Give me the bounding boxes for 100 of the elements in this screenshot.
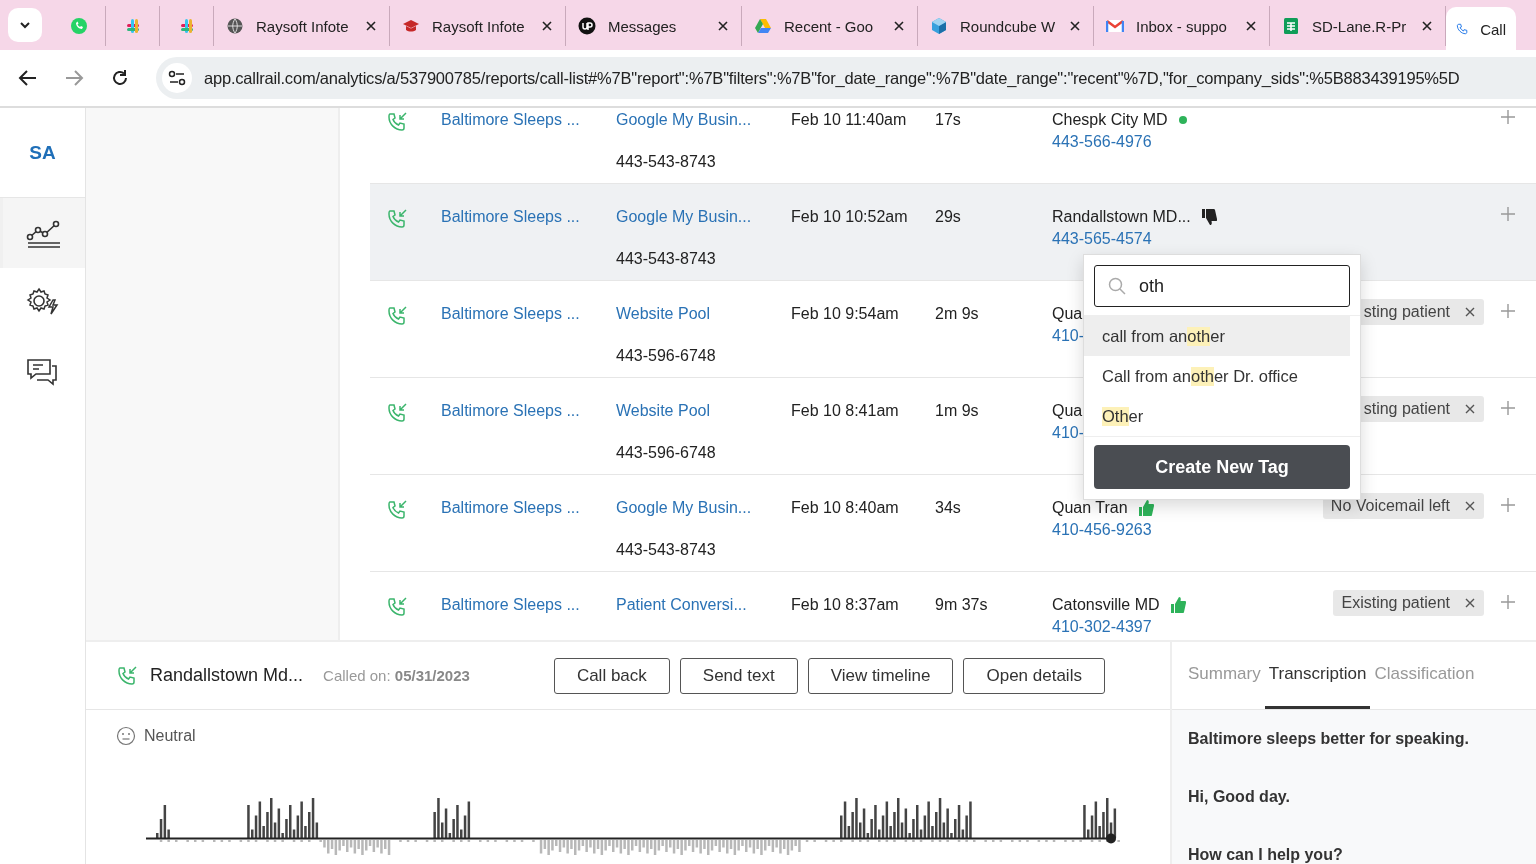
browser-tab[interactable]: Call [1446, 7, 1516, 50]
tracking-number: 443-543-8743 [616, 250, 716, 268]
tab-title: SD-Lane.R-Pr [1312, 17, 1408, 35]
browser-tab[interactable]: Raysoft Infote [214, 6, 390, 46]
company-link[interactable]: Baltimore Sleeps ... [441, 111, 580, 129]
detail-tab[interactable]: Transcription [1264, 642, 1371, 709]
transcript-line: Hi, Good day. [1188, 788, 1291, 806]
spreadsheet-icon [1282, 17, 1300, 35]
tracking-number: 443-543-8743 [616, 541, 716, 559]
tracking-number: 443-596-6748 [616, 347, 716, 365]
close-icon [717, 20, 729, 32]
close-icon [1245, 20, 1257, 32]
tab-list-button[interactable] [8, 8, 42, 42]
company-link[interactable]: Baltimore Sleeps ... [441, 596, 580, 614]
transcript-line: Baltimore sleeps better for speaking. [1188, 730, 1470, 748]
incoming-call-icon [116, 664, 138, 687]
circle-icon [578, 17, 596, 35]
close-icon [365, 20, 377, 32]
globe-icon [226, 17, 244, 35]
browser-tab[interactable]: Roundcube W [918, 6, 1094, 46]
address-bar[interactable]: app.callrail.com/analytics/a/537900785/reports/call-list#%7B"report":%7B"filters":%7B"for_date_range":%7B"date_range":"recent"%7D,"for_company_sids":%5B883439195%5D [156, 57, 1536, 99]
tracking-number: 443-543-8743 [616, 153, 716, 171]
action-button[interactable]: View timeline [807, 657, 954, 694]
close-icon [541, 20, 553, 32]
customer-phone-link[interactable]: 443-565-4574 [1052, 230, 1152, 248]
tag-label: sting patient [1363, 303, 1450, 321]
thumbs-up-icon [1169, 596, 1186, 614]
call-date: Feb 10 10:52am [791, 208, 908, 226]
nav-item[interactable] [0, 198, 85, 268]
reload-icon [110, 68, 130, 88]
call-duration: 2m 9s [935, 305, 979, 323]
call-date: Feb 10 9:54am [791, 305, 899, 323]
call-duration: 17s [935, 111, 961, 129]
site-settings-icon [162, 63, 192, 93]
customer-phone-link[interactable]: 410- [1052, 327, 1085, 345]
thumbs-down-icon [1200, 208, 1217, 226]
tag-label: sting patient [1363, 400, 1450, 418]
action-button[interactable]: Call back [553, 657, 670, 694]
customer-phone-link[interactable]: 410- [1052, 424, 1085, 442]
call-duration: 9m 37s [935, 596, 988, 614]
search-icon [1108, 277, 1126, 295]
call-date: Feb 10 8:37am [791, 596, 899, 614]
tag-option[interactable]: call from another [1084, 316, 1350, 356]
thumbs-up-icon [1137, 499, 1154, 517]
customer-name: Quan Tran [1052, 499, 1128, 517]
call-date: Feb 10 8:41am [791, 402, 899, 420]
source-link[interactable]: Website Pool [616, 402, 710, 420]
action-button[interactable]: Open details [963, 657, 1105, 694]
create-tag-button[interactable]: Create New Tag [1094, 445, 1350, 489]
browser-tab[interactable]: Inbox - suppo [1094, 6, 1270, 46]
source-link[interactable]: Website Pool [616, 305, 710, 323]
tag-option[interactable]: Other [1084, 396, 1350, 436]
customer-name: Catonsville MD [1052, 596, 1160, 614]
close-icon [893, 20, 905, 32]
browser-tab[interactable]: Raysoft Infote [390, 6, 566, 46]
tag-label: Existing patient [1341, 594, 1450, 612]
status-dot-icon [1177, 115, 1188, 125]
plus-icon [1500, 400, 1516, 416]
source-link[interactable]: Google My Busin... [616, 111, 752, 129]
plus-icon [1500, 497, 1516, 513]
remove-icon [1464, 597, 1476, 609]
company-link[interactable]: Baltimore Sleeps ... [441, 499, 580, 517]
called-on-date: Called on: 05/31/2023 [323, 667, 470, 684]
source-link[interactable]: Google My Busin... [616, 499, 752, 517]
call-date: Feb 10 8:40am [791, 499, 899, 517]
plus-icon [1500, 109, 1516, 125]
remove-icon [1464, 403, 1476, 415]
customer-phone-link[interactable]: 410-456-9263 [1052, 521, 1152, 539]
forward-arrow-icon [64, 68, 84, 88]
caller-name: Randallstown Md... [150, 665, 304, 686]
customer-name: Qua [1052, 402, 1083, 420]
tab-title: Raysoft Infote [256, 17, 350, 35]
plus-icon [1500, 206, 1516, 222]
customer-phone-link[interactable]: 443-566-4976 [1052, 133, 1152, 151]
browser-tab[interactable]: Messages [566, 6, 742, 46]
source-link[interactable]: Patient Conversi... [616, 596, 747, 614]
incoming-call-icon [386, 208, 408, 230]
customer-name: Chespk City MD [1052, 111, 1168, 129]
action-button[interactable]: Send text [679, 657, 798, 694]
customer-phone-link[interactable]: 410-302-4397 [1052, 618, 1152, 636]
tag-search-field[interactable]: oth [1094, 265, 1350, 307]
triangle-icon [754, 17, 772, 35]
customer-name: Randallstown MD... [1052, 208, 1191, 226]
incoming-call-icon [386, 596, 408, 618]
browser-tab[interactable]: Recent - Goo [742, 6, 918, 46]
tab-title: Inbox - suppo [1136, 17, 1228, 35]
close-icon [1069, 20, 1081, 32]
plus-icon [1500, 303, 1516, 319]
customer-name: Qua [1052, 305, 1083, 323]
browser-tab[interactable]: SD-Lane.R-Pr [1270, 6, 1446, 46]
tab-title: Roundcube W [960, 17, 1057, 35]
company-link[interactable]: Baltimore Sleeps ... [441, 305, 580, 323]
company-link[interactable]: Baltimore Sleeps ... [441, 208, 580, 226]
source-link[interactable]: Google My Busin... [616, 208, 752, 226]
envelope-icon [1106, 17, 1124, 35]
call-duration: 29s [935, 208, 961, 226]
company-link[interactable]: Baltimore Sleeps ... [441, 402, 580, 420]
tracking-number: 443-596-6748 [616, 444, 716, 462]
transcript-line: How can I help you? [1188, 846, 1344, 864]
incoming-call-icon [386, 499, 408, 521]
